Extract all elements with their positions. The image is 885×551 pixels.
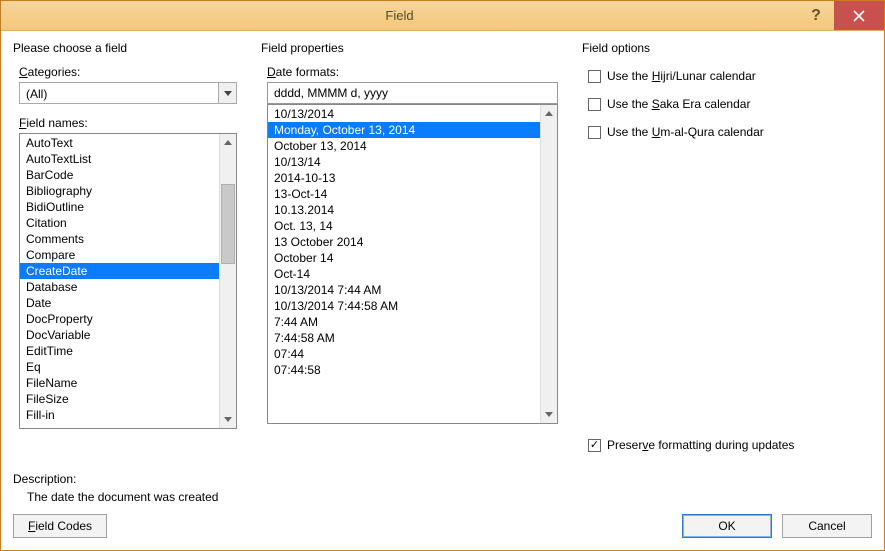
fieldnames-listbox[interactable]: AutoTextAutoTextListBarCodeBibliographyB… xyxy=(19,133,237,429)
field-name-item[interactable]: DocProperty xyxy=(20,311,219,327)
field-name-item[interactable]: BarCode xyxy=(20,167,219,183)
date-format-item[interactable]: 7:44:58 AM xyxy=(268,330,540,346)
field-option-label: Use the Saka Era calendar xyxy=(607,97,750,111)
ok-button[interactable]: OK xyxy=(682,514,772,538)
date-format-item[interactable]: Oct-14 xyxy=(268,266,540,282)
field-properties-heading: Field properties xyxy=(261,41,564,55)
field-option-label: Use the Hijri/Lunar calendar xyxy=(607,69,756,83)
scroll-thumb[interactable] xyxy=(221,184,235,264)
description-block: Description: The date the document was c… xyxy=(13,464,872,504)
dialog-body: Please choose a field Categories: (All) … xyxy=(1,31,884,550)
field-name-item[interactable]: Fill-in xyxy=(20,407,219,423)
preserve-formatting-label: Preserve formatting during updates xyxy=(607,438,794,452)
field-option-checkbox[interactable]: Use the Um-al-Qura calendar xyxy=(588,125,872,139)
chevron-down-icon xyxy=(224,91,232,96)
field-options-panel: Field options Use the Hijri/Lunar calend… xyxy=(582,39,872,456)
field-name-item[interactable]: EditTime xyxy=(20,343,219,359)
field-name-item[interactable]: Bibliography xyxy=(20,183,219,199)
arrow-up-icon xyxy=(224,140,232,145)
checkbox-icon xyxy=(588,70,601,83)
field-dialog: Field ? Please choose a field Categories… xyxy=(0,0,885,551)
choose-field-heading: Please choose a field xyxy=(13,41,243,55)
fieldnames-scrollbar[interactable] xyxy=(219,134,236,428)
date-format-item[interactable]: 7:44 AM xyxy=(268,314,540,330)
date-format-item[interactable]: 07:44 xyxy=(268,346,540,362)
date-format-item[interactable]: 10/13/2014 xyxy=(268,106,540,122)
date-format-input[interactable] xyxy=(267,82,558,104)
date-format-item[interactable]: 13-Oct-14 xyxy=(268,186,540,202)
date-format-item[interactable]: October 14 xyxy=(268,250,540,266)
date-format-item[interactable]: 10/13/2014 7:44 AM xyxy=(268,282,540,298)
field-name-item[interactable]: FileSize xyxy=(20,391,219,407)
field-name-item[interactable]: Database xyxy=(20,279,219,295)
description-label: Description: xyxy=(13,472,872,486)
date-format-item[interactable]: 10/13/2014 7:44:58 AM xyxy=(268,298,540,314)
categories-label: Categories: xyxy=(19,65,243,79)
date-format-item[interactable]: 10/13/14 xyxy=(268,154,540,170)
field-name-item[interactable]: Citation xyxy=(20,215,219,231)
field-option-checkbox[interactable]: Use the Hijri/Lunar calendar xyxy=(588,69,872,83)
field-properties-panel: Field properties Date formats: 10/13/201… xyxy=(261,39,564,456)
date-format-item[interactable]: Monday, October 13, 2014 xyxy=(268,122,540,138)
arrow-up-icon xyxy=(545,111,553,116)
titlebar-buttons: ? xyxy=(798,1,884,30)
close-button[interactable] xyxy=(834,1,884,30)
scroll-down-button[interactable] xyxy=(541,406,557,423)
field-options-list: Use the Hijri/Lunar calendar Use the Saka… xyxy=(582,61,872,434)
formats-scrollbar[interactable] xyxy=(540,105,557,423)
field-name-item[interactable]: Date xyxy=(20,295,219,311)
date-format-item[interactable]: Oct. 13, 14 xyxy=(268,218,540,234)
checkbox-icon xyxy=(588,126,601,139)
field-name-item[interactable]: DocVariable xyxy=(20,327,219,343)
scroll-up-button[interactable] xyxy=(541,105,557,122)
date-formats-label: Date formats: xyxy=(267,65,564,79)
cancel-button[interactable]: Cancel xyxy=(782,514,872,538)
field-name-item[interactable]: AutoText xyxy=(20,135,219,151)
date-format-item[interactable]: 10.13.2014 xyxy=(268,202,540,218)
date-format-item[interactable]: 13 October 2014 xyxy=(268,234,540,250)
date-formats-list: 10/13/2014Monday, October 13, 2014Octobe… xyxy=(268,105,540,423)
field-name-item[interactable]: Comments xyxy=(20,231,219,247)
columns: Please choose a field Categories: (All) … xyxy=(13,39,872,456)
field-options-heading: Field options xyxy=(582,41,872,55)
close-icon xyxy=(853,10,865,22)
help-button[interactable]: ? xyxy=(798,1,834,30)
categories-value: (All) xyxy=(20,83,218,103)
categories-dropdown-button[interactable] xyxy=(218,83,236,103)
categories-combo[interactable]: (All) xyxy=(19,82,237,104)
field-option-checkbox[interactable]: Use the Saka Era calendar xyxy=(588,97,872,111)
arrow-down-icon xyxy=(224,417,232,422)
field-codes-button[interactable]: Field Codes xyxy=(13,514,107,538)
fieldnames-label: Field names: xyxy=(19,116,243,130)
field-name-item[interactable]: CreateDate xyxy=(20,263,219,279)
date-format-item[interactable]: October 13, 2014 xyxy=(268,138,540,154)
choose-field-panel: Please choose a field Categories: (All) … xyxy=(13,39,243,456)
date-format-item[interactable]: 07:44:58 xyxy=(268,362,540,378)
titlebar: Field ? xyxy=(1,1,884,31)
arrow-down-icon xyxy=(545,412,553,417)
button-row: Field Codes OK Cancel xyxy=(13,514,872,538)
field-name-item[interactable]: AutoTextList xyxy=(20,151,219,167)
scroll-down-button[interactable] xyxy=(220,411,236,428)
field-name-item[interactable]: FileName xyxy=(20,375,219,391)
scroll-up-button[interactable] xyxy=(220,134,236,151)
fieldnames-list: AutoTextAutoTextListBarCodeBibliographyB… xyxy=(20,134,219,428)
description-text: The date the document was created xyxy=(27,490,872,504)
field-option-label: Use the Um-al-Qura calendar xyxy=(607,125,764,139)
field-name-item[interactable]: Compare xyxy=(20,247,219,263)
date-formats-listbox[interactable]: 10/13/2014Monday, October 13, 2014Octobe… xyxy=(267,104,558,424)
window-title: Field xyxy=(1,8,798,23)
field-name-item[interactable]: Eq xyxy=(20,359,219,375)
checkbox-icon xyxy=(588,98,601,111)
date-format-item[interactable]: 2014-10-13 xyxy=(268,170,540,186)
checkbox-icon xyxy=(588,439,601,452)
field-name-item[interactable]: BidiOutline xyxy=(20,199,219,215)
preserve-formatting-checkbox[interactable]: Preserve formatting during updates xyxy=(588,438,872,452)
